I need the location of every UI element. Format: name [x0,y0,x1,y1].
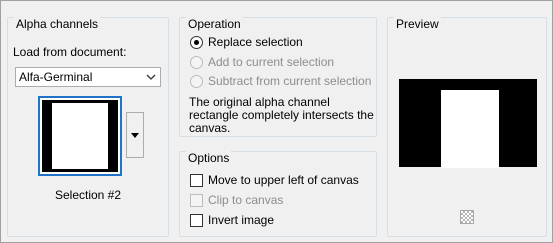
document-select[interactable]: Alfa-Germinal [15,67,161,87]
checkbox-indicator[interactable] [190,213,203,227]
alpha-channels-title: Alpha channels [14,17,101,31]
selection-name-label: Selection #2 [54,188,122,202]
invert-image-label: Invert image [208,213,275,227]
add-to-selection-radio[interactable]: Add to current selection [190,54,334,70]
operation-description: The original alpha channel rectangle com… [189,95,374,135]
preview-title: Preview [394,17,441,31]
chevron-down-icon[interactable] [142,68,160,86]
document-select-value: Alfa-Germinal [19,70,93,84]
radio-indicator[interactable] [190,35,203,49]
subtract-selection-radio[interactable]: Subtract from current selection [190,73,371,89]
clip-to-canvas-checkbox[interactable]: Clip to canvas [190,192,283,208]
replace-selection-label: Replace selection [208,35,303,49]
selection-thumbnail[interactable] [38,96,122,176]
move-upper-left-checkbox[interactable]: Move to upper left of canvas [190,172,359,188]
preview-group: Preview [387,17,547,237]
thumbnail-image [42,100,118,172]
options-group: Options Move to upper left of canvas Cli… [179,151,377,237]
checkerboard-icon[interactable] [460,210,474,224]
preview-selection-area [441,90,499,168]
operation-title: Operation [186,17,243,31]
radio-indicator[interactable] [190,55,203,69]
triangle-down-icon [131,132,139,138]
radio-indicator[interactable] [190,74,203,88]
clip-to-canvas-label: Clip to canvas [208,193,284,207]
alpha-channels-group: Alpha channels Load from document: Alfa-… [7,17,169,237]
preview-image [399,79,537,168]
add-to-selection-label: Add to current selection [208,55,335,69]
load-from-document-label: Load from document: [13,45,127,59]
invert-image-checkbox[interactable]: Invert image [190,212,274,228]
move-upper-left-label: Move to upper left of canvas [208,173,359,187]
options-title: Options [186,151,232,165]
checkbox-indicator[interactable] [190,193,203,207]
thumbnail-dropdown-button[interactable] [126,112,144,158]
subtract-selection-label: Subtract from current selection [208,74,372,88]
replace-selection-radio[interactable]: Replace selection [190,34,303,50]
thumbnail-selection-area [52,103,108,169]
checkbox-indicator[interactable] [190,173,203,187]
dialog-frame: Alpha channels Load from document: Alfa-… [0,0,553,243]
operation-group: Operation Replace selection Add to curre… [179,17,377,137]
